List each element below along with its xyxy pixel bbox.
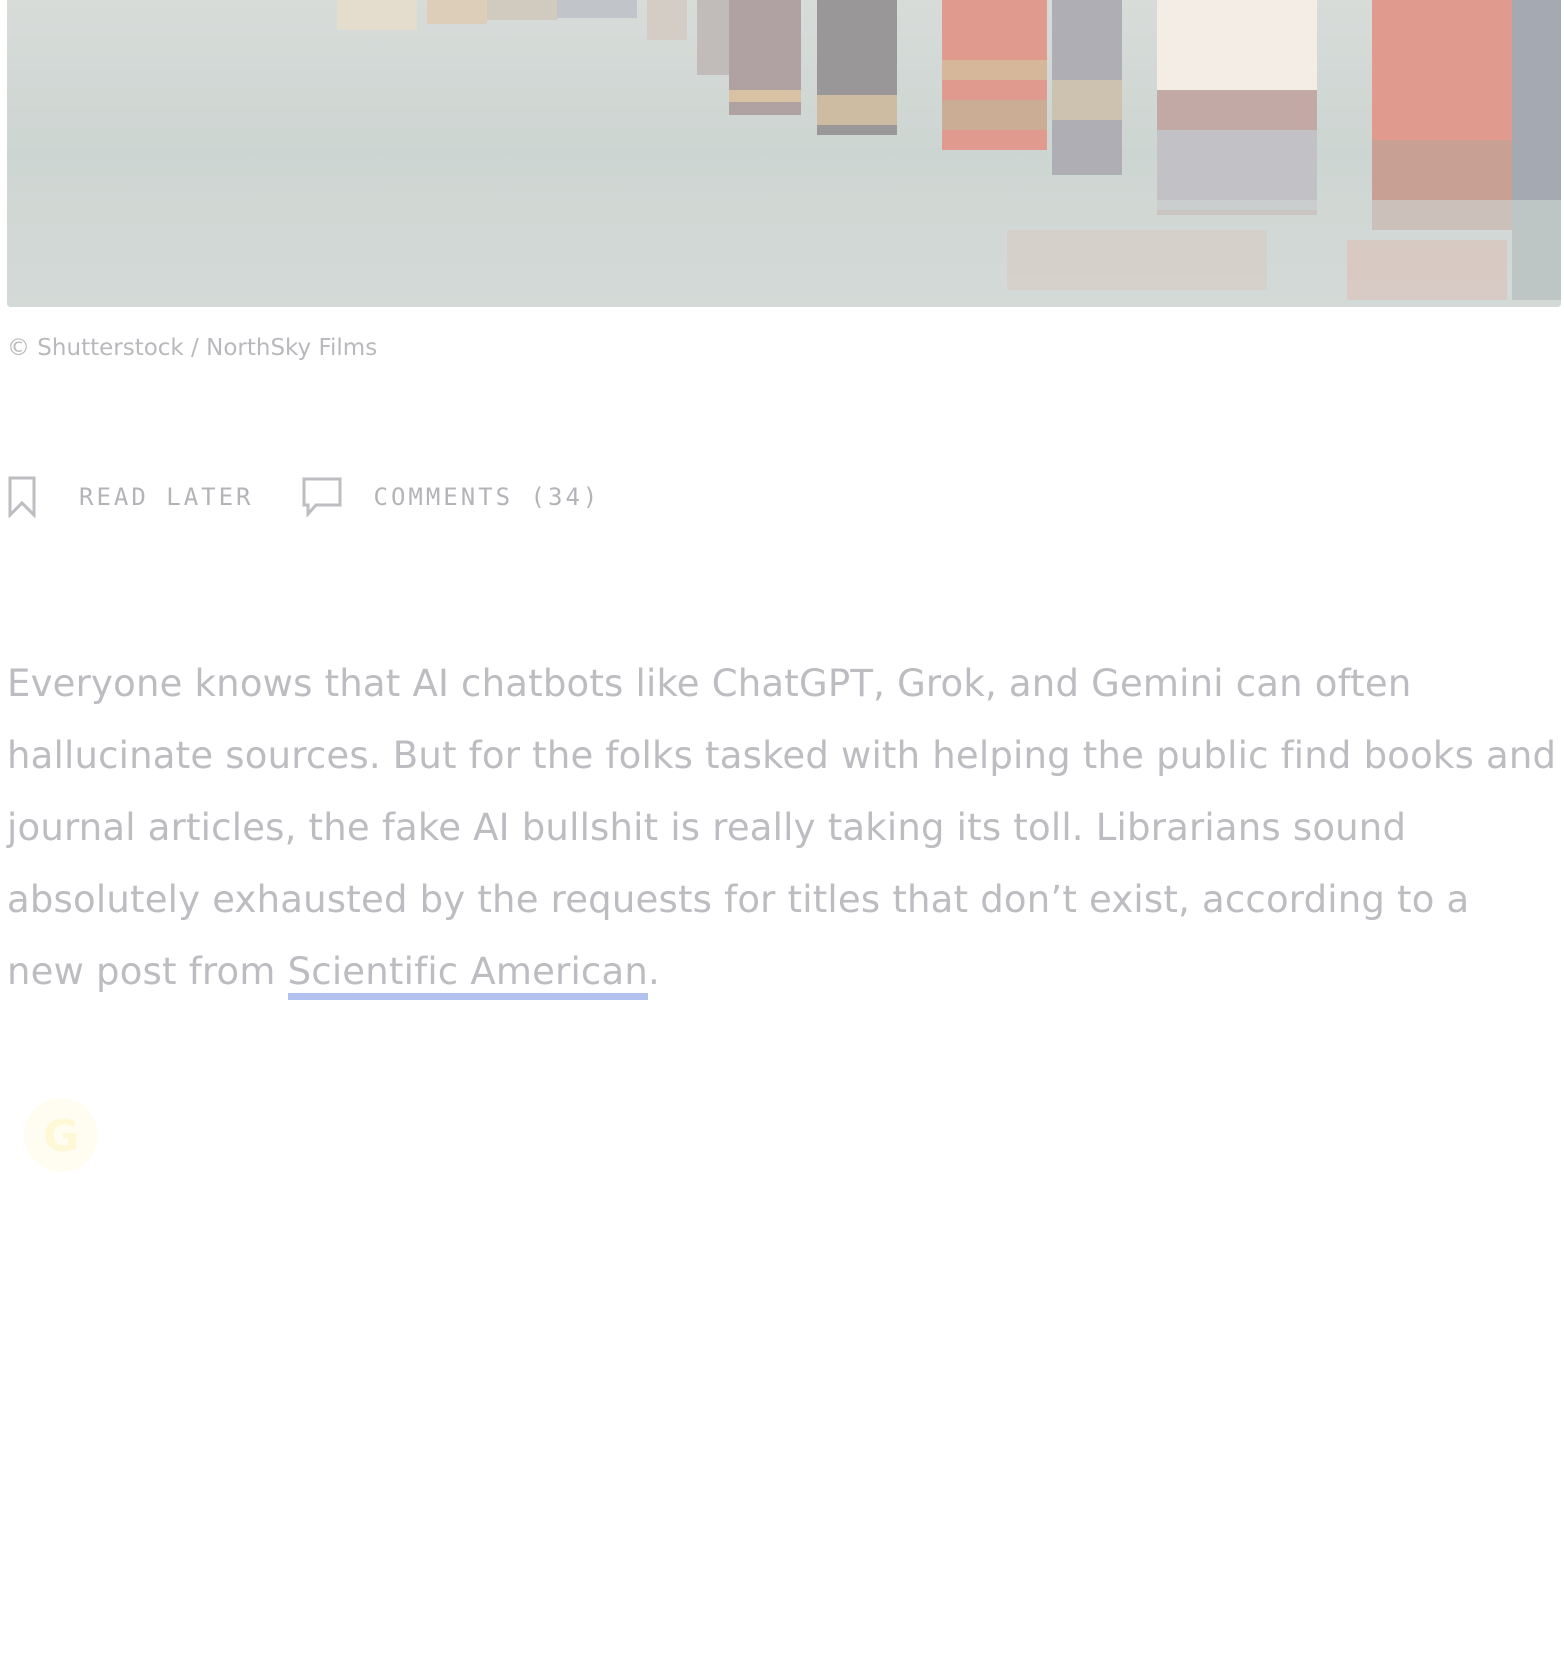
read-later-button[interactable]: READ LATER	[7, 476, 254, 518]
hero-veil	[7, 0, 1561, 307]
article-paragraph: Everyone knows that AI chatbots like Cha…	[7, 648, 1557, 1008]
comments-button[interactable]: COMMENTS (34)	[302, 477, 601, 517]
bookmark-icon	[7, 476, 37, 518]
article-trailing-text: .	[648, 950, 660, 993]
comment-icon	[302, 477, 342, 517]
brand-logo-letter: G	[43, 1111, 80, 1162]
scientific-american-link[interactable]: Scientific American	[287, 950, 648, 1000]
article-intro-text: Everyone knows that AI chatbots like Cha…	[7, 662, 1557, 993]
image-caption: © Shutterstock / NorthSky Films	[7, 335, 378, 361]
read-later-label: READ LATER	[79, 483, 254, 511]
article-actions: READ LATER COMMENTS (34)	[7, 474, 600, 520]
comments-label: COMMENTS (34)	[373, 483, 601, 511]
hero-image	[7, 0, 1561, 307]
brand-logo-badge[interactable]: G	[24, 1098, 98, 1172]
